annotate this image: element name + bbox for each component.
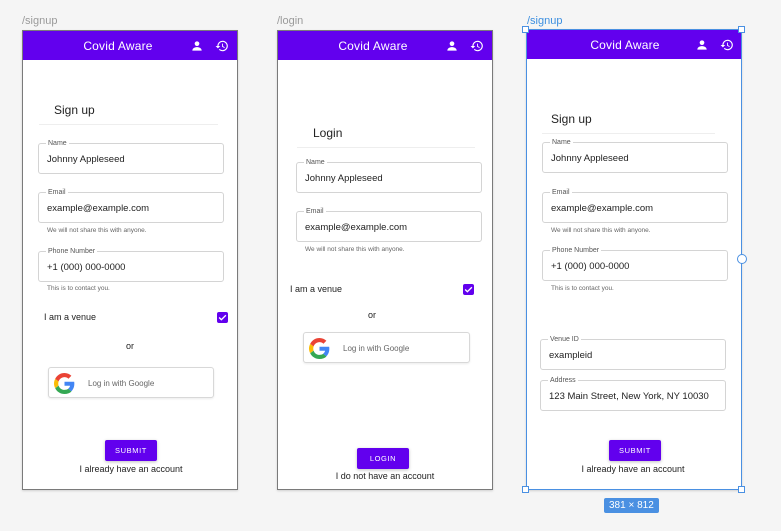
phone-field-label: Phone Number: [550, 246, 602, 255]
email-field-value: example@example.com: [47, 203, 150, 214]
email-field[interactable]: Email example@example.com: [296, 207, 482, 242]
frame-label-login[interactable]: /login: [277, 15, 303, 27]
email-field-value: example@example.com: [305, 222, 408, 233]
venue-checkbox[interactable]: [217, 312, 228, 323]
name-field[interactable]: Name Johnny Appleseed: [296, 158, 482, 193]
app-bar: Covid Aware: [527, 30, 741, 59]
google-login-label: Log in with Google: [343, 344, 410, 353]
phone-field[interactable]: Phone Number +1 (000) 000-0000: [542, 246, 728, 281]
have-account-link[interactable]: I already have an account: [527, 464, 739, 474]
phone-field-value: +1 (000) 000-0000: [551, 261, 630, 272]
signup-venue-frame[interactable]: Covid Aware Sign up Name Johnny Applesee…: [526, 29, 742, 490]
app-bar: Covid Aware: [23, 31, 237, 60]
have-account-link[interactable]: I already have an account: [23, 464, 237, 474]
title-divider: [542, 133, 715, 134]
email-field-value: example@example.com: [551, 203, 654, 214]
prototype-connection-handle[interactable]: [737, 254, 747, 264]
phone-field-label: Phone Number: [46, 247, 98, 256]
check-icon: [464, 286, 473, 293]
title-divider: [39, 124, 218, 125]
name-field[interactable]: Name Johnny Appleseed: [542, 138, 728, 173]
check-icon: [218, 314, 227, 321]
phone-field[interactable]: Phone Number +1 (000) 000-0000: [38, 247, 224, 282]
email-field[interactable]: Email example@example.com: [38, 188, 224, 223]
history-icon[interactable]: [720, 38, 734, 52]
title-divider: [297, 147, 475, 148]
google-login-button[interactable]: Log in with Google: [303, 332, 470, 363]
name-field-value: Johnny Appleseed: [47, 154, 125, 165]
venue-id-field[interactable]: Venue ID exampleid: [540, 335, 726, 370]
resize-handle-bottom-right[interactable]: [738, 486, 745, 493]
email-helper-text: We will not share this with anyone.: [305, 246, 405, 253]
or-separator: or: [368, 310, 377, 320]
name-field[interactable]: Name Johnny Appleseed: [38, 139, 224, 174]
or-separator: or: [126, 341, 135, 351]
page-title: Sign up: [551, 112, 592, 126]
history-icon[interactable]: [215, 39, 229, 53]
name-field-label: Name: [550, 138, 573, 147]
app-bar: Covid Aware: [278, 31, 492, 60]
venue-checkbox[interactable]: [463, 284, 474, 295]
login-frame: Covid Aware Login Name Johnny Appleseed …: [277, 30, 493, 490]
venue-checkbox-label: I am a venue: [44, 312, 97, 322]
name-field-label: Name: [46, 139, 69, 148]
email-helper-text: We will not share this with anyone.: [47, 227, 147, 234]
login-button[interactable]: LOGIN: [357, 448, 409, 469]
frame-size-badge: 381 × 812: [604, 498, 659, 513]
resize-handle-top-right[interactable]: [738, 26, 745, 33]
address-field-label: Address: [548, 376, 578, 385]
name-field-value: Johnny Appleseed: [305, 173, 383, 184]
venue-id-field-label: Venue ID: [548, 335, 581, 344]
frame-label-signup[interactable]: /signup: [22, 15, 57, 27]
account-icon[interactable]: [190, 39, 204, 53]
signup-frame: Covid Aware Sign up Name Johnny Applesee…: [22, 30, 238, 490]
submit-button[interactable]: SUBMIT: [105, 440, 157, 461]
google-login-label: Log in with Google: [88, 379, 155, 388]
page-title: Sign up: [54, 103, 95, 117]
history-icon[interactable]: [470, 39, 484, 53]
frame-label-signup-venue[interactable]: /signup: [527, 15, 562, 27]
account-icon[interactable]: [445, 39, 459, 53]
account-icon[interactable]: [695, 38, 709, 52]
venue-id-field-value: exampleid: [549, 350, 593, 361]
email-field-label: Email: [304, 207, 326, 216]
resize-handle-bottom-left[interactable]: [522, 486, 529, 493]
phone-helper-text: This is to contact you.: [47, 285, 110, 292]
page-title: Login: [313, 126, 343, 140]
name-field-label: Name: [304, 158, 327, 167]
name-field-value: Johnny Appleseed: [551, 153, 629, 164]
email-helper-text: We will not share this with anyone.: [551, 227, 651, 234]
google-icon: [309, 338, 330, 359]
email-field-label: Email: [550, 188, 572, 197]
google-login-button[interactable]: Log in with Google: [48, 367, 214, 398]
submit-button[interactable]: SUBMIT: [609, 440, 661, 461]
no-account-link[interactable]: I do not have an account: [278, 471, 492, 481]
address-field-value: 123 Main Street, New York, NY 10030: [549, 391, 709, 402]
phone-helper-text: This is to contact you.: [551, 285, 614, 292]
email-field[interactable]: Email example@example.com: [542, 188, 728, 223]
email-field-label: Email: [46, 188, 68, 197]
resize-handle-top-left[interactable]: [522, 26, 529, 33]
venue-checkbox-label: I am a venue: [290, 284, 343, 294]
address-field[interactable]: Address 123 Main Street, New York, NY 10…: [540, 376, 726, 411]
google-icon: [54, 373, 75, 394]
phone-field-value: +1 (000) 000-0000: [47, 262, 126, 273]
